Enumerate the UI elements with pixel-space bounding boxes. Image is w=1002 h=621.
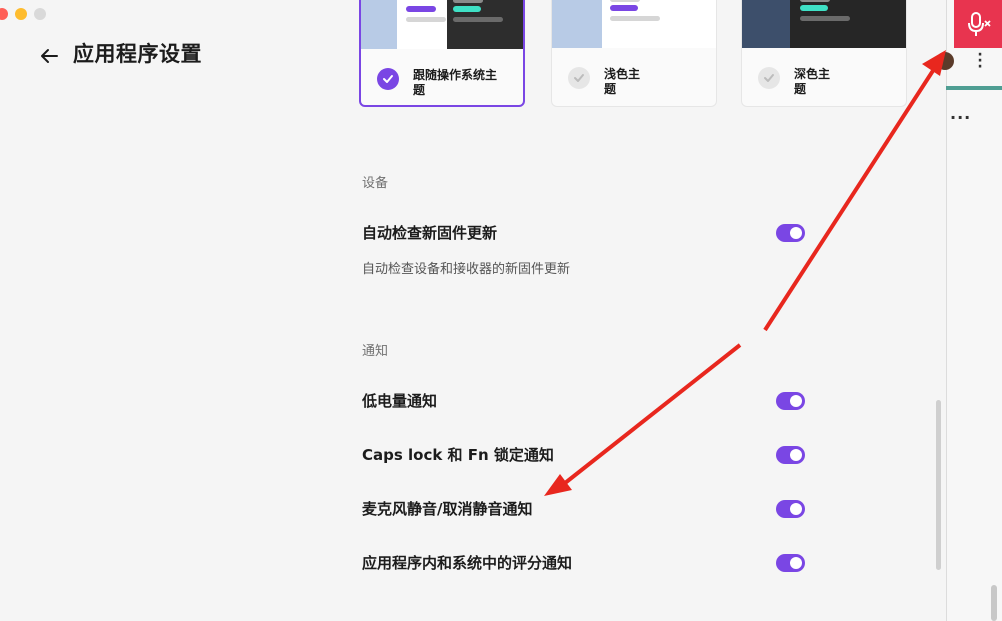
setting-label-rating: 应用程序内和系统中的评分通知 bbox=[362, 554, 573, 572]
theme-card-system[interactable]: 跟随操作系统主题 bbox=[359, 0, 525, 107]
theme-preview-dark bbox=[742, 0, 906, 48]
setting-label-low-battery: 低电量通知 bbox=[362, 392, 438, 410]
zoom-window-button[interactable] bbox=[34, 8, 46, 20]
theme-preview-system bbox=[361, 0, 523, 49]
more-vertical-icon[interactable]: · · · bbox=[975, 48, 985, 74]
next-section-title-partial bbox=[362, 612, 367, 621]
microphone-mute-icon bbox=[968, 12, 991, 36]
toggle-low-battery[interactable] bbox=[776, 392, 805, 410]
window-controls bbox=[0, 8, 46, 20]
theme-card-dark[interactable]: 深色主题 bbox=[741, 0, 907, 107]
theme-preview-light bbox=[552, 0, 716, 48]
toggle-caps-lock[interactable] bbox=[776, 446, 805, 464]
teal-divider bbox=[946, 86, 1002, 90]
section-title-notifications: 通知 bbox=[362, 344, 389, 359]
background-app-panel bbox=[946, 0, 1002, 621]
app-settings-window: 应用程序设置 跟随操作系统主题 浅色主题 深色主题 设备 自动检查新固件更新 自… bbox=[0, 0, 946, 621]
avatar[interactable] bbox=[936, 52, 954, 70]
toggle-mic-mute[interactable] bbox=[776, 500, 805, 518]
setting-desc-firmware: 自动检查设备和接收器的新固件更新 bbox=[362, 262, 571, 277]
setting-label-firmware: 自动检查新固件更新 bbox=[362, 224, 498, 242]
page-title: 应用程序设置 bbox=[73, 42, 202, 66]
toggle-firmware-updates[interactable] bbox=[776, 224, 805, 242]
toggle-rating[interactable] bbox=[776, 554, 805, 572]
check-icon bbox=[568, 67, 590, 89]
check-icon bbox=[758, 67, 780, 89]
scrollbar[interactable] bbox=[936, 400, 941, 570]
theme-label: 跟随操作系统主题 bbox=[413, 68, 498, 97]
close-window-button[interactable] bbox=[0, 8, 8, 20]
theme-label: 深色主题 bbox=[794, 67, 831, 96]
minimize-window-button[interactable] bbox=[15, 8, 27, 20]
theme-label: 浅色主题 bbox=[604, 67, 641, 96]
more-horizontal-icon[interactable]: ··· bbox=[950, 108, 971, 127]
section-title-device: 设备 bbox=[362, 176, 389, 191]
setting-label-caps-lock: Caps lock 和 Fn 锁定通知 bbox=[362, 446, 554, 464]
theme-card-light[interactable]: 浅色主题 bbox=[551, 0, 717, 107]
back-arrow-icon[interactable] bbox=[38, 45, 60, 67]
mic-mute-button[interactable] bbox=[954, 0, 1002, 48]
setting-label-mic-mute: 麦克风静音/取消静音通知 bbox=[362, 500, 533, 518]
side-scrollbar[interactable] bbox=[991, 585, 997, 621]
check-icon bbox=[377, 68, 399, 90]
